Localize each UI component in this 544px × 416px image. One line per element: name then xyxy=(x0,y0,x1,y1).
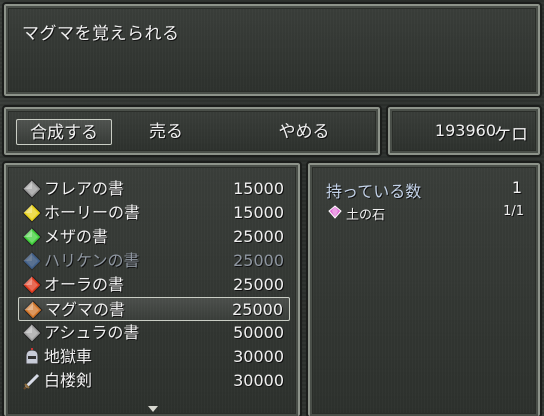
quit-command[interactable]: やめる xyxy=(262,119,346,145)
gold-unit: ケロ xyxy=(494,125,528,145)
item-row[interactable]: フレアの書 15000 xyxy=(18,177,290,201)
item-row[interactable]: マグマの書 25000 xyxy=(18,297,290,321)
item-row[interactable]: ハリケンの書 25000 xyxy=(18,249,290,273)
item-row[interactable]: ホーリーの書 15000 xyxy=(18,201,290,225)
blue-crystal-icon xyxy=(22,251,42,271)
scroll-down-icon[interactable] xyxy=(148,406,158,412)
item-row[interactable]: 地獄車 30000 xyxy=(18,345,290,369)
item-name: 地獄車 xyxy=(44,347,93,366)
item-name: マグマの書 xyxy=(45,300,126,319)
item-name: オーラの書 xyxy=(44,275,125,294)
possess-label: 持っている数 xyxy=(326,182,422,201)
gold-value: 193960 xyxy=(434,121,496,140)
item-row[interactable]: 白楼剣 30000 xyxy=(18,369,290,393)
material-name: 土の石 xyxy=(346,208,386,223)
item-row[interactable]: アシュラの書 50000 xyxy=(18,321,290,345)
item-name: ホーリーの書 xyxy=(44,203,141,222)
sell-command[interactable]: 売る xyxy=(126,119,206,145)
item-price: 15000 xyxy=(233,179,284,198)
item-list-window: フレアの書 15000 ホーリーの書 15000 メザの書 25000 ハリケンの書 2500… xyxy=(2,161,302,416)
helmet-icon xyxy=(25,348,39,365)
item-row[interactable]: メザの書 25000 xyxy=(18,225,290,249)
orange-crystal-icon xyxy=(23,300,43,320)
item-row[interactable]: オーラの書 25000 xyxy=(18,273,290,297)
pink-gem-icon xyxy=(328,205,342,219)
item-name: 白楼剣 xyxy=(44,371,93,390)
item-price: 25000 xyxy=(233,251,284,270)
red-crystal-icon xyxy=(22,275,42,295)
material-count: 1/1 xyxy=(503,204,524,219)
item-info-window: 持っている数 1 土の石 1/1 xyxy=(306,161,542,416)
item-price: 50000 xyxy=(233,323,284,342)
yellow-crystal-icon xyxy=(22,203,42,223)
item-price: 15000 xyxy=(233,203,284,222)
gray-crystal-icon xyxy=(22,179,42,199)
help-text: マグマを覚えられる xyxy=(22,24,180,44)
sword-icon xyxy=(23,373,40,390)
item-name: メザの書 xyxy=(44,227,109,246)
synthesize-command[interactable]: 合成する xyxy=(16,119,112,145)
item-price: 25000 xyxy=(232,300,283,319)
item-price: 25000 xyxy=(233,275,284,294)
gold-window: 193960 ケロ xyxy=(386,105,542,157)
item-price: 30000 xyxy=(233,347,284,366)
possess-count: 1 xyxy=(511,178,522,197)
gray-crystal-icon xyxy=(22,323,42,343)
item-name: フレアの書 xyxy=(44,179,125,198)
item-name: アシュラの書 xyxy=(44,323,140,342)
item-name: ハリケンの書 xyxy=(44,251,140,270)
command-window: 合成する 売る やめる xyxy=(2,105,382,157)
green-crystal-icon xyxy=(22,227,42,247)
item-price: 30000 xyxy=(233,371,284,390)
item-price: 25000 xyxy=(233,227,284,246)
help-window: マグマを覚えられる xyxy=(2,2,542,98)
